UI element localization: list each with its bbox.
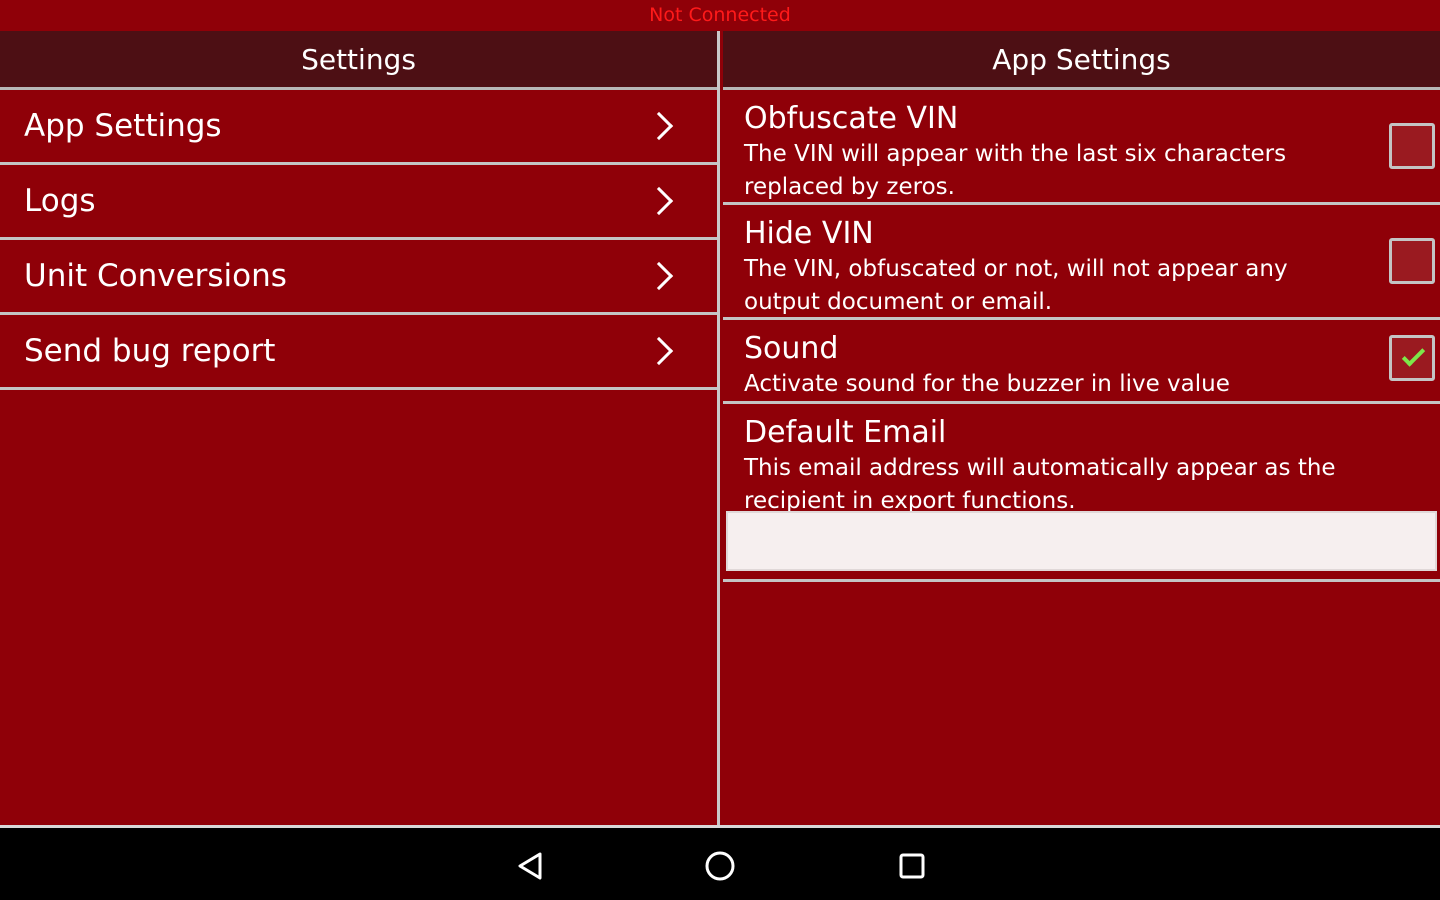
nav-item-label: Logs xyxy=(24,183,96,219)
chevron-right-icon xyxy=(644,186,674,216)
pref-title: Default Email xyxy=(744,415,947,450)
recents-square-icon[interactable] xyxy=(894,848,930,884)
pref-summary: This email address will automatically ap… xyxy=(744,455,1336,514)
pref-sound[interactable]: Sound Activate sound for the buzzer in l… xyxy=(723,320,1440,404)
nav-item-label: Unit Conversions xyxy=(24,258,287,294)
app-settings-pane: App Settings Obfuscate VIN The VIN will … xyxy=(723,31,1440,825)
nav-item-app-settings[interactable]: App Settings xyxy=(0,90,717,165)
app-settings-pane-title: App Settings xyxy=(723,31,1440,90)
nav-item-logs[interactable]: Logs xyxy=(0,165,717,240)
pref-summary: The VIN will appear with the last six ch… xyxy=(744,141,1287,200)
pref-title: Obfuscate VIN xyxy=(744,101,959,136)
pref-hide-vin[interactable]: Hide VIN The VIN, obfuscated or not, wil… xyxy=(723,205,1440,320)
nav-item-send-bug-report[interactable]: Send bug report xyxy=(0,315,717,390)
chevron-right-icon xyxy=(644,111,674,141)
checkmark-icon xyxy=(1401,343,1426,367)
nav-item-label: App Settings xyxy=(24,108,222,144)
chevron-right-icon xyxy=(644,261,674,291)
sound-checkbox[interactable] xyxy=(1389,335,1435,381)
pref-title: Sound xyxy=(744,331,839,366)
pref-summary: Activate sound for the buzzer in live va… xyxy=(744,371,1230,397)
back-triangle-icon[interactable] xyxy=(512,848,548,884)
pref-title: Hide VIN xyxy=(744,216,874,251)
pref-obfuscate-vin[interactable]: Obfuscate VIN The VIN will appear with t… xyxy=(723,90,1440,205)
home-circle-icon[interactable] xyxy=(702,848,738,884)
nav-item-label: Send bug report xyxy=(24,333,276,369)
hide-vin-checkbox[interactable] xyxy=(1389,238,1435,284)
settings-list-pane: Settings App Settings Logs Unit Conversi… xyxy=(0,31,717,825)
system-navigation-bar xyxy=(0,825,1440,900)
obfuscate-vin-checkbox[interactable] xyxy=(1389,123,1435,169)
chevron-right-icon xyxy=(644,336,674,366)
nav-item-unit-conversions[interactable]: Unit Conversions xyxy=(0,240,717,315)
pref-summary: The VIN, obfuscated or not, will not app… xyxy=(744,256,1288,315)
connection-status: Not Connected xyxy=(0,0,1440,31)
settings-pane-title: Settings xyxy=(0,31,717,90)
default-email-input[interactable] xyxy=(726,511,1437,571)
